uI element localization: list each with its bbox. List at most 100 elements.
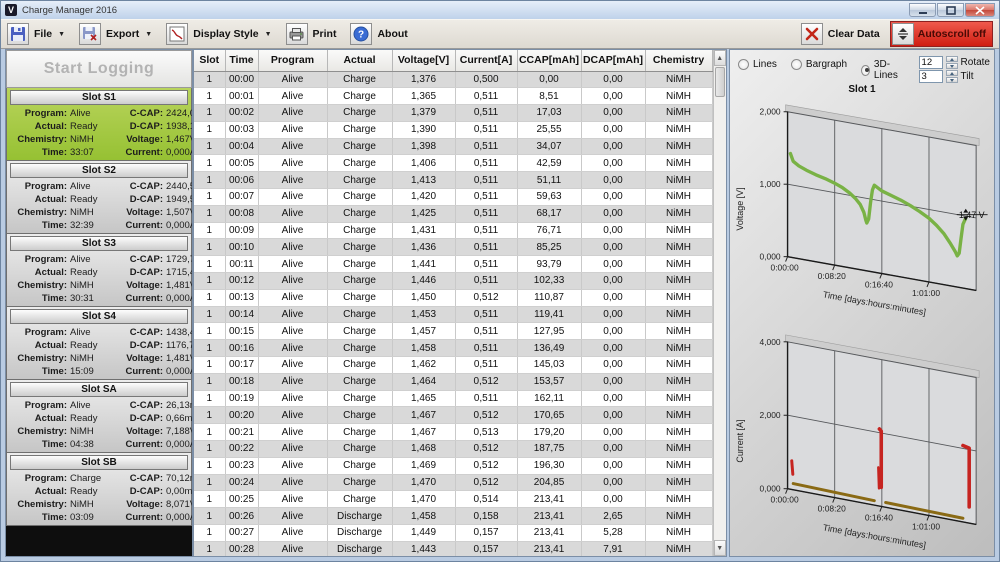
column-header[interactable]: Voltage[V] [392, 50, 455, 71]
table-cell: 1 [194, 508, 225, 525]
slot-panel[interactable]: Slot S2Program:AliveC-CAP:2440,55mAhActu… [6, 161, 192, 234]
table-row[interactable]: 100:07AliveCharge1,4200,51159,630,00NiMH [194, 189, 712, 206]
column-header[interactable]: Slot [194, 50, 225, 71]
table-row[interactable]: 100:28AliveDischarge1,4430,157213,417,91… [194, 541, 712, 557]
radio-lines-label: Lines [753, 59, 777, 70]
table-cell: 00:16 [225, 340, 258, 357]
table-cell: 0,511 [455, 239, 517, 256]
rotate-stepper[interactable] [946, 56, 958, 69]
log-table[interactable]: SlotTimeProgramActualVoltage[V]Current[A… [194, 50, 713, 557]
radio-bargraph[interactable]: Bargraph [791, 59, 847, 70]
start-logging-button[interactable]: Start Logging [6, 50, 192, 88]
slot-field-value: Alive [70, 399, 116, 412]
rotate-tilt-controls: 12 Rotate 3 Tilt [919, 56, 990, 83]
table-cell: 00:27 [225, 525, 258, 542]
autoscroll-toggle-button[interactable]: Autoscroll off [890, 21, 993, 47]
slot-panel[interactable]: Slot S4Program:AliveC-CAP:1438,44mAhActu… [6, 307, 192, 380]
maximize-button[interactable] [937, 3, 964, 17]
spin-down-icon[interactable] [946, 63, 958, 69]
table-cell: Alive [258, 155, 327, 172]
column-header[interactable]: DCAP[mAh] [581, 50, 645, 71]
clear-data-button[interactable]: Clear Data [801, 23, 880, 45]
table-cell: NiMH [645, 306, 712, 323]
table-cell: 8,51 [517, 88, 581, 105]
table-cell: Alive [258, 441, 327, 458]
slot-field-label: Current: [116, 365, 166, 378]
slot-field-value: 7,188V [166, 425, 193, 438]
scrollbar-thumb[interactable] [715, 67, 726, 97]
table-row[interactable]: 100:23AliveCharge1,4690,512196,300,00NiM… [194, 457, 712, 474]
about-button[interactable]: ? About [350, 23, 407, 45]
radio-lines[interactable]: Lines [738, 59, 777, 70]
file-button[interactable]: File ▼ [7, 23, 65, 45]
table-row[interactable]: 100:15AliveCharge1,4570,511127,950,00NiM… [194, 323, 712, 340]
spin-up-icon[interactable] [946, 56, 958, 62]
scroll-up-icon[interactable]: ▲ [714, 50, 727, 66]
table-cell: 93,79 [517, 256, 581, 273]
tilt-stepper[interactable] [946, 70, 958, 83]
table-cell: 1 [194, 88, 225, 105]
export-button[interactable]: Export ▼ [79, 23, 152, 45]
table-row[interactable]: 100:14AliveCharge1,4530,511119,410,00NiM… [194, 306, 712, 323]
table-row[interactable]: 100:20AliveCharge1,4670,512170,650,00NiM… [194, 407, 712, 424]
radio-3d-lines[interactable]: 3D-Lines [861, 59, 904, 81]
table-row[interactable]: 100:10AliveCharge1,4360,51185,250,00NiMH [194, 239, 712, 256]
table-row[interactable]: 100:26AliveDischarge1,4580,158213,412,65… [194, 508, 712, 525]
slot-panel[interactable]: Slot S3Program:AliveC-CAP:1729,76mAhActu… [6, 234, 192, 307]
column-header[interactable]: Actual [327, 50, 392, 71]
slot-field-label: Current: [116, 292, 166, 305]
table-cell: NiMH [645, 441, 712, 458]
table-row[interactable]: 100:11AliveCharge1,4410,51193,790,00NiMH [194, 256, 712, 273]
table-row[interactable]: 100:27AliveDischarge1,4490,157213,415,28… [194, 525, 712, 542]
table-row[interactable]: 100:25AliveCharge1,4700,514213,410,00NiM… [194, 491, 712, 508]
table-cell: 00:19 [225, 390, 258, 407]
scrollbar-track[interactable] [714, 66, 727, 540]
table-row[interactable]: 100:22AliveCharge1,4680,512187,750,00NiM… [194, 441, 712, 458]
table-scrollbar[interactable]: ▲ ▼ [713, 50, 727, 556]
slot-values: Program:AliveC-CAP:26,13mAhActual:ReadyD… [10, 399, 188, 451]
slot-field-value: 1938,13mAh [166, 120, 193, 133]
table-row[interactable]: 100:18AliveCharge1,4640,512153,570,00NiM… [194, 373, 712, 390]
table-row[interactable]: 100:08AliveCharge1,4250,51168,170,00NiMH [194, 205, 712, 222]
table-row[interactable]: 100:01AliveCharge1,3650,5118,510,00NiMH [194, 88, 712, 105]
table-cell: Charge [327, 357, 392, 374]
tilt-input[interactable]: 3 [919, 70, 943, 83]
print-button[interactable]: Print [286, 23, 337, 45]
radio-circle-icon [738, 59, 749, 70]
table-row[interactable]: 100:02AliveCharge1,3790,51117,030,00NiMH [194, 105, 712, 122]
table-row[interactable]: 100:13AliveCharge1,4500,512110,870,00NiM… [194, 289, 712, 306]
table-row[interactable]: 100:19AliveCharge1,4650,511162,110,00NiM… [194, 390, 712, 407]
spin-down-icon[interactable] [946, 77, 958, 83]
scroll-down-icon[interactable]: ▼ [714, 540, 727, 556]
column-header[interactable]: CCAP[mAh] [517, 50, 581, 71]
rotate-input[interactable]: 12 [919, 56, 943, 69]
slot-panel[interactable]: Slot SBProgram:ChargeC-CAP:70,12mAhActua… [6, 453, 192, 526]
close-button[interactable] [965, 3, 995, 17]
table-row[interactable]: 100:06AliveCharge1,4130,51151,110,00NiMH [194, 172, 712, 189]
slot-field-label: D-CAP: [116, 120, 166, 133]
column-header[interactable]: Current[A] [455, 50, 517, 71]
spin-up-icon[interactable] [946, 70, 958, 76]
table-cell: 1 [194, 306, 225, 323]
table-row[interactable]: 100:00AliveCharge1,3760,5000,000,00NiMH [194, 71, 712, 88]
table-cell: 00:24 [225, 474, 258, 491]
slot-panel[interactable]: Slot S1Program:AliveC-CAP:2424,03mAhActu… [6, 88, 192, 161]
display-style-button[interactable]: Display Style ▼ [166, 23, 271, 45]
column-header[interactable]: Chemistry [645, 50, 712, 71]
table-row[interactable]: 100:21AliveCharge1,4670,513179,200,00NiM… [194, 424, 712, 441]
table-row[interactable]: 100:24AliveCharge1,4700,512204,850,00NiM… [194, 474, 712, 491]
slot-panel-title: Slot SB [10, 455, 188, 470]
slot-panel[interactable]: Slot SAProgram:AliveC-CAP:26,13mAhActual… [6, 380, 192, 453]
table-row[interactable]: 100:03AliveCharge1,3900,51125,550,00NiMH [194, 121, 712, 138]
column-header[interactable]: Time [225, 50, 258, 71]
table-row[interactable]: 100:04AliveCharge1,3980,51134,070,00NiMH [194, 138, 712, 155]
column-header[interactable]: Program [258, 50, 327, 71]
table-row[interactable]: 100:09AliveCharge1,4310,51176,710,00NiMH [194, 222, 712, 239]
table-row[interactable]: 100:05AliveCharge1,4060,51142,590,00NiMH [194, 155, 712, 172]
table-row[interactable]: 100:17AliveCharge1,4620,511145,030,00NiM… [194, 357, 712, 374]
minimize-button[interactable] [909, 3, 936, 17]
table-row[interactable]: 100:16AliveCharge1,4580,511136,490,00NiM… [194, 340, 712, 357]
slot-field-value: 1,467V [166, 133, 193, 146]
table-row[interactable]: 100:12AliveCharge1,4460,511102,330,00NiM… [194, 273, 712, 290]
table-cell: NiMH [645, 273, 712, 290]
